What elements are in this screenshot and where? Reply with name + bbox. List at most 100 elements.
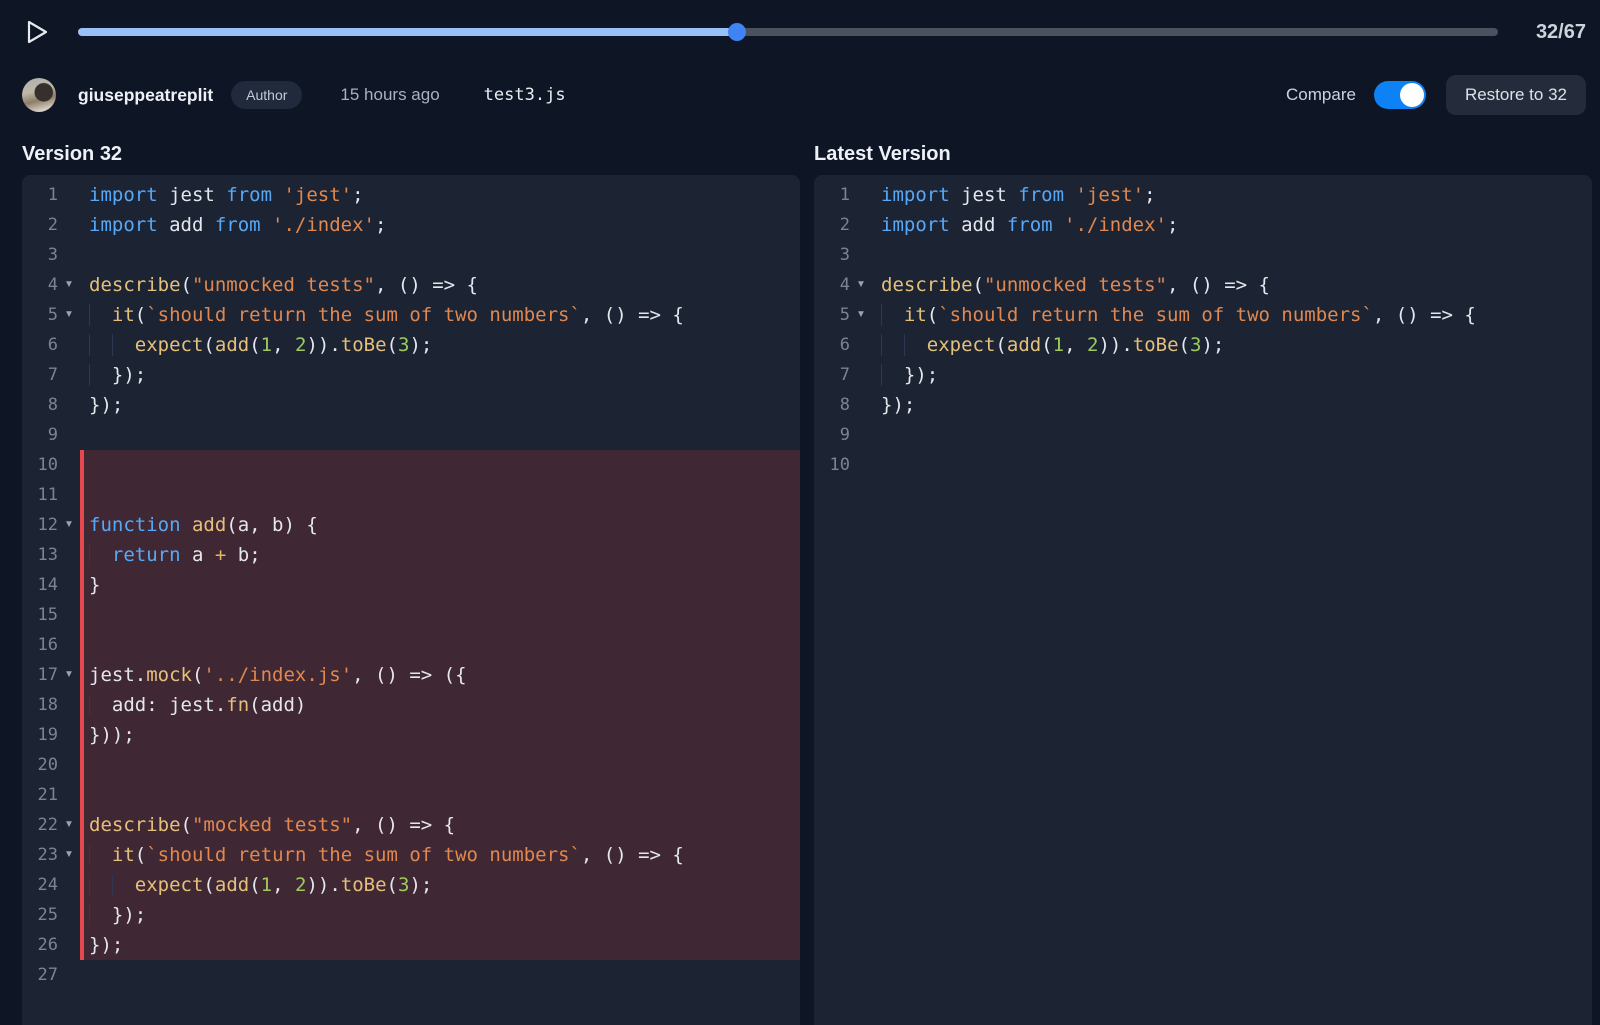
line-number: 16 [22, 630, 58, 660]
code-line-17: 17▼jest.mock('../index.js', () => ({ [22, 660, 800, 690]
fold-arrow-icon[interactable]: ▼ [58, 300, 80, 330]
code-line-12: 12▼function add(a, b) { [22, 510, 800, 540]
fold-spacer [850, 210, 872, 240]
play-icon [25, 19, 49, 45]
latest-version-panel: 1 import jest from 'jest'; 2 import add fro… [814, 175, 1592, 1025]
fold-spacer [58, 450, 80, 480]
code-text: return a + b; [80, 540, 800, 570]
line-number: 1 [814, 180, 850, 210]
fold-arrow-icon[interactable]: ▼ [58, 660, 80, 690]
fold-spacer [58, 630, 80, 660]
code-line-15: 15 [22, 600, 800, 630]
code-text [872, 240, 1592, 270]
fold-spacer [58, 600, 80, 630]
code-line-3: 3 [814, 240, 1592, 270]
fold-spacer [58, 750, 80, 780]
fold-spacer [58, 210, 80, 240]
line-number: 22 [22, 810, 58, 840]
code-line-23: 23▼ it(`should return the sum of two num… [22, 840, 800, 870]
code-text: }); [80, 900, 800, 930]
code-line-6: 6 expect(add(1, 2)).toBe(3); [814, 330, 1592, 360]
code-text [80, 780, 800, 810]
line-number: 6 [814, 330, 850, 360]
code-text [872, 420, 1592, 450]
code-text: import add from './index'; [80, 210, 800, 240]
fold-arrow-icon[interactable]: ▼ [58, 270, 80, 300]
fold-spacer [58, 360, 80, 390]
compare-toggle[interactable] [1374, 81, 1426, 109]
fold-spacer [850, 180, 872, 210]
version-32-panel: 1import jest from 'jest';2import add fro… [22, 175, 800, 1025]
code-line-21: 21 [22, 780, 800, 810]
line-number: 10 [814, 450, 850, 480]
line-number: 15 [22, 600, 58, 630]
line-number: 6 [22, 330, 58, 360]
line-number: 13 [22, 540, 58, 570]
version-32-code: 1import jest from 'jest';2import add fro… [22, 180, 800, 990]
code-text: expect(add(1, 2)).toBe(3); [80, 330, 800, 360]
fold-spacer [58, 870, 80, 900]
code-line-22: 22▼describe("mocked tests", () => { [22, 810, 800, 840]
code-line-3: 3 [22, 240, 800, 270]
fold-spacer [58, 180, 80, 210]
meta-bar: giuseppeatreplit Author 15 hours ago tes… [0, 64, 1600, 126]
code-line-7: 7 }); [814, 360, 1592, 390]
fold-spacer [58, 960, 80, 990]
code-line-16: 16 [22, 630, 800, 660]
line-number: 25 [22, 900, 58, 930]
code-text: }); [80, 360, 800, 390]
code-line-4: 4▼describe("unmocked tests", () => { [22, 270, 800, 300]
filename: test3.js [484, 85, 566, 105]
code-line-2: 2import add from './index'; [22, 210, 800, 240]
panel-headers: Version 32 Latest Version [0, 126, 1600, 175]
fold-spacer [850, 450, 872, 480]
code-line-26: 26}); [22, 930, 800, 960]
fold-arrow-icon[interactable]: ▼ [850, 300, 872, 330]
code-text: import jest from 'jest'; [872, 180, 1592, 210]
restore-button[interactable]: Restore to 32 [1446, 75, 1586, 115]
code-text: describe("unmocked tests", () => { [80, 270, 800, 300]
fold-spacer [850, 330, 872, 360]
code-line-27: 27 [22, 960, 800, 990]
code-line-8: 8}); [22, 390, 800, 420]
version-position-label: 32/67 [1528, 21, 1586, 44]
code-line-11: 11 [22, 480, 800, 510]
playback-bar: 32/67 [0, 0, 1600, 64]
line-number: 27 [22, 960, 58, 990]
fold-arrow-icon[interactable]: ▼ [58, 840, 80, 870]
line-number: 20 [22, 750, 58, 780]
code-text [872, 450, 1592, 480]
code-text: }); [80, 390, 800, 420]
fold-spacer [850, 390, 872, 420]
line-number: 23 [22, 840, 58, 870]
fold-spacer [58, 390, 80, 420]
fold-arrow-icon[interactable]: ▼ [58, 810, 80, 840]
fold-spacer [58, 720, 80, 750]
code-text: describe("mocked tests", () => { [80, 810, 800, 840]
fold-arrow-icon[interactable]: ▼ [850, 270, 872, 300]
line-number: 12 [22, 510, 58, 540]
fold-arrow-icon[interactable]: ▼ [58, 510, 80, 540]
play-button[interactable] [22, 17, 52, 47]
diff-view: 1import jest from 'jest';2import add fro… [0, 175, 1600, 1025]
fold-spacer [58, 240, 80, 270]
slider-thumb[interactable] [728, 23, 746, 41]
line-number: 7 [814, 360, 850, 390]
line-number: 8 [814, 390, 850, 420]
line-number: 24 [22, 870, 58, 900]
line-number: 5 [814, 300, 850, 330]
code-text: function add(a, b) { [80, 510, 800, 540]
code-text: import add from './index'; [872, 210, 1592, 240]
code-line-18: 18 add: jest.fn(add) [22, 690, 800, 720]
line-number: 9 [814, 420, 850, 450]
fold-spacer [58, 900, 80, 930]
code-line-7: 7 }); [22, 360, 800, 390]
line-number: 11 [22, 480, 58, 510]
username: giuseppeatreplit [78, 85, 213, 106]
code-line-19: 19})); [22, 720, 800, 750]
avatar[interactable] [22, 78, 56, 112]
line-number: 2 [814, 210, 850, 240]
code-line-9: 9 [22, 420, 800, 450]
line-number: 4 [814, 270, 850, 300]
version-slider[interactable] [78, 22, 1498, 42]
